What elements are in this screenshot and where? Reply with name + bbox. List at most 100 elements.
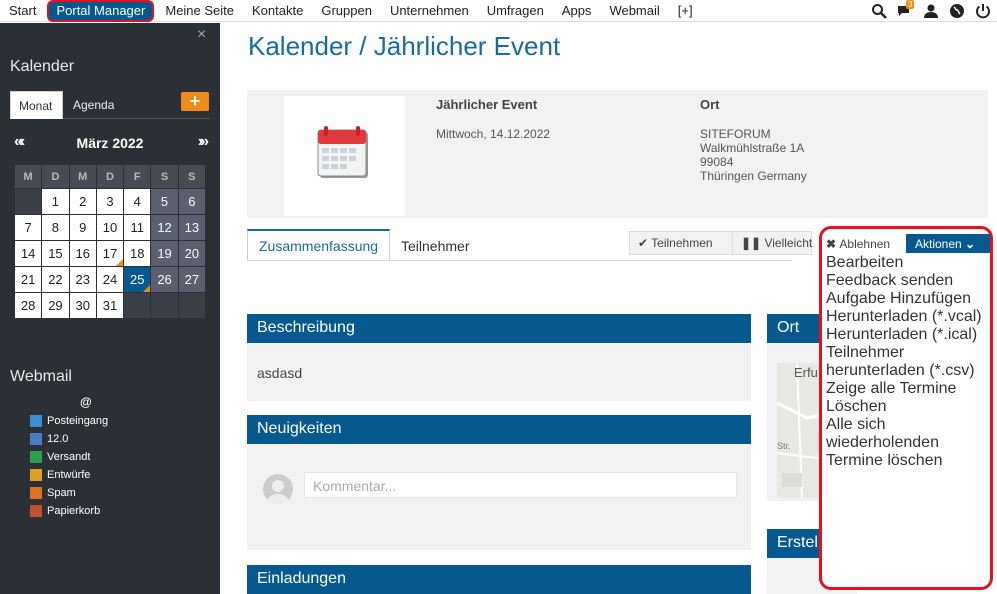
calendar-day[interactable]: 29 — [41, 292, 70, 319]
tab-agenda[interactable]: Agenda — [65, 91, 122, 119]
calendar-day[interactable]: 8 — [41, 214, 70, 241]
nav-item-portal-manager[interactable]: Portal Manager — [47, 0, 155, 22]
menu-item[interactable]: Herunterladen (*.vcal) — [826, 308, 989, 326]
calendar-day[interactable]: 12 — [150, 214, 179, 241]
calendar-day[interactable]: 28 — [13, 292, 43, 319]
mail-folder[interactable]: 12.0 — [30, 430, 108, 448]
nav-item-kontakte[interactable]: Kontakte — [243, 0, 312, 22]
webmail-heading: Webmail — [10, 368, 72, 385]
address-line: SITEFORUM — [700, 127, 771, 141]
mail-folder[interactable]: Versandt — [30, 448, 108, 466]
dropdown-header: ✖ Ablehnen Aktionen ⌄ — [826, 234, 990, 256]
menu-item[interactable]: Zeige alle Termine — [826, 380, 989, 398]
calendar-day[interactable]: 19 — [150, 240, 179, 267]
mail-folder[interactable]: Papierkorb — [30, 502, 108, 520]
calendar-day[interactable]: 11 — [123, 214, 152, 241]
calendar-day[interactable]: 23 — [68, 266, 97, 293]
add-event-button[interactable]: + — [181, 92, 209, 111]
menu-item[interactable]: Aufgabe Hinzufügen — [826, 290, 989, 308]
search-icon[interactable] — [871, 3, 887, 19]
calendar-day[interactable]: 16 — [68, 240, 97, 267]
tab-month[interactable]: Monat — [10, 91, 63, 119]
menu-item[interactable]: Alle sich wiederholenden Termine löschen — [826, 416, 989, 470]
calendar-day[interactable]: 21 — [13, 266, 43, 293]
calendar-day[interactable]: 2 — [68, 188, 97, 215]
weekday-header: D — [41, 164, 70, 189]
calendar-day[interactable]: 22 — [41, 266, 70, 293]
menu-item[interactable]: Herunterladen (*.ical) — [826, 326, 989, 344]
decline-button[interactable]: ✖ Ablehnen — [826, 237, 890, 251]
calendar-day[interactable]: 4 — [123, 188, 152, 215]
calendar-day[interactable]: 14 — [13, 240, 43, 267]
calendar-tabs: Monat Agenda — [10, 91, 210, 119]
mail-folder[interactable]: Entwürfe — [30, 466, 108, 484]
user-icon[interactable] — [923, 3, 939, 19]
menu-item[interactable]: Bearbeiten — [826, 254, 989, 272]
nav-icons: 3 — [871, 0, 991, 19]
calendar-day[interactable]: 17 — [95, 240, 125, 267]
calendar-day[interactable]: 15 — [41, 240, 70, 267]
tabs-divider — [247, 260, 792, 261]
check-icon: ✔ — [638, 236, 652, 250]
nav-item-umfragen[interactable]: Umfragen — [478, 0, 553, 22]
calendar-day[interactable]: 27 — [177, 266, 207, 293]
calendar-day[interactable]: 6 — [177, 188, 207, 215]
calendar-empty-cell — [13, 188, 43, 215]
address-line: Thüringen Germany — [700, 169, 807, 183]
actions-label: Aktionen — [915, 237, 962, 251]
globe-icon[interactable] — [949, 3, 965, 19]
calendar-day[interactable]: 20 — [177, 240, 207, 267]
calendar-day[interactable]: 24 — [95, 266, 125, 293]
location-label: Ort — [700, 97, 720, 112]
nav-items: Start Portal Manager Meine Seite Kontakte Gr… — [0, 0, 702, 22]
calendar-day[interactable]: 26 — [150, 266, 179, 293]
mail-folder-label: Versandt — [47, 451, 91, 463]
calendar-grid: MDMDFSS 1 2 3 4 5 6 7 8 9 10 11 12 13 14 15 16 17 18 19 20 2… — [13, 164, 207, 319]
calendar-day[interactable]: 1 — [41, 188, 70, 215]
invitations-heading: Einladungen — [247, 565, 751, 594]
event-image — [284, 96, 405, 216]
maybe-button[interactable]: ❚❚ Vielleicht — [732, 231, 812, 255]
calendar-day[interactable]: 7 — [13, 214, 43, 241]
calendar-day[interactable]: 25 — [123, 266, 152, 293]
menu-item[interactable]: Feedback senden — [826, 272, 989, 290]
nav-item-more[interactable]: [+] — [669, 0, 702, 22]
folder-icon — [30, 451, 42, 463]
actions-button[interactable]: Aktionen ⌄ — [906, 234, 990, 253]
nav-item-meine-seite[interactable]: Meine Seite — [156, 0, 243, 22]
decline-label: Ablehnen — [839, 237, 891, 251]
menu-item[interactable]: Löschen — [826, 398, 989, 416]
calendar-day[interactable]: 13 — [177, 214, 207, 241]
calendar-day[interactable]: 10 — [95, 214, 125, 241]
close-icon[interactable]: × — [197, 26, 206, 44]
folder-icon — [30, 487, 42, 499]
nav-item-webmail[interactable]: Webmail — [600, 0, 668, 22]
tab-summary[interactable]: Zusammenfassung — [247, 229, 390, 261]
top-navigation: Start Portal Manager Meine Seite Kontakte Gr… — [0, 0, 997, 22]
event-date: Mittwoch, 14.12.2022 — [436, 127, 551, 141]
webmail-account[interactable]: @ — [80, 395, 92, 409]
accept-button[interactable]: ✔ Teilnehmen — [629, 231, 733, 255]
calendar-day[interactable]: 3 — [95, 188, 125, 215]
mail-folders: Posteingang 12.0 Versandt Entwürfe Spam Papie… — [30, 412, 108, 520]
mail-folder[interactable]: Spam — [30, 484, 108, 502]
weekday-header: D — [95, 164, 125, 189]
mail-folder-label: Entwürfe — [47, 469, 91, 481]
calendar-day[interactable]: 18 — [123, 240, 152, 267]
calendar-day[interactable]: 5 — [150, 188, 179, 215]
next-month-icon[interactable]: ›» — [198, 133, 209, 151]
menu-item[interactable]: Teilnehmer herunterladen (*.csv) — [826, 344, 989, 380]
nav-item-unternehmen[interactable]: Unternehmen — [381, 0, 478, 22]
power-icon[interactable] — [975, 3, 991, 19]
calendar-day[interactable]: 30 — [68, 292, 97, 319]
nav-item-gruppen[interactable]: Gruppen — [312, 0, 381, 22]
nav-item-apps[interactable]: Apps — [553, 0, 601, 22]
tab-participants[interactable]: Teilnehmer — [401, 238, 469, 254]
nav-item-start[interactable]: Start — [0, 0, 45, 22]
notifications-icon[interactable]: 3 — [897, 0, 915, 19]
comment-input[interactable]: Kommentar... — [304, 472, 737, 498]
calendar-day[interactable]: 9 — [68, 214, 97, 241]
accept-label: Teilnehmen — [651, 236, 713, 250]
calendar-day[interactable]: 31 — [95, 292, 125, 319]
mail-folder[interactable]: Posteingang — [30, 412, 108, 430]
